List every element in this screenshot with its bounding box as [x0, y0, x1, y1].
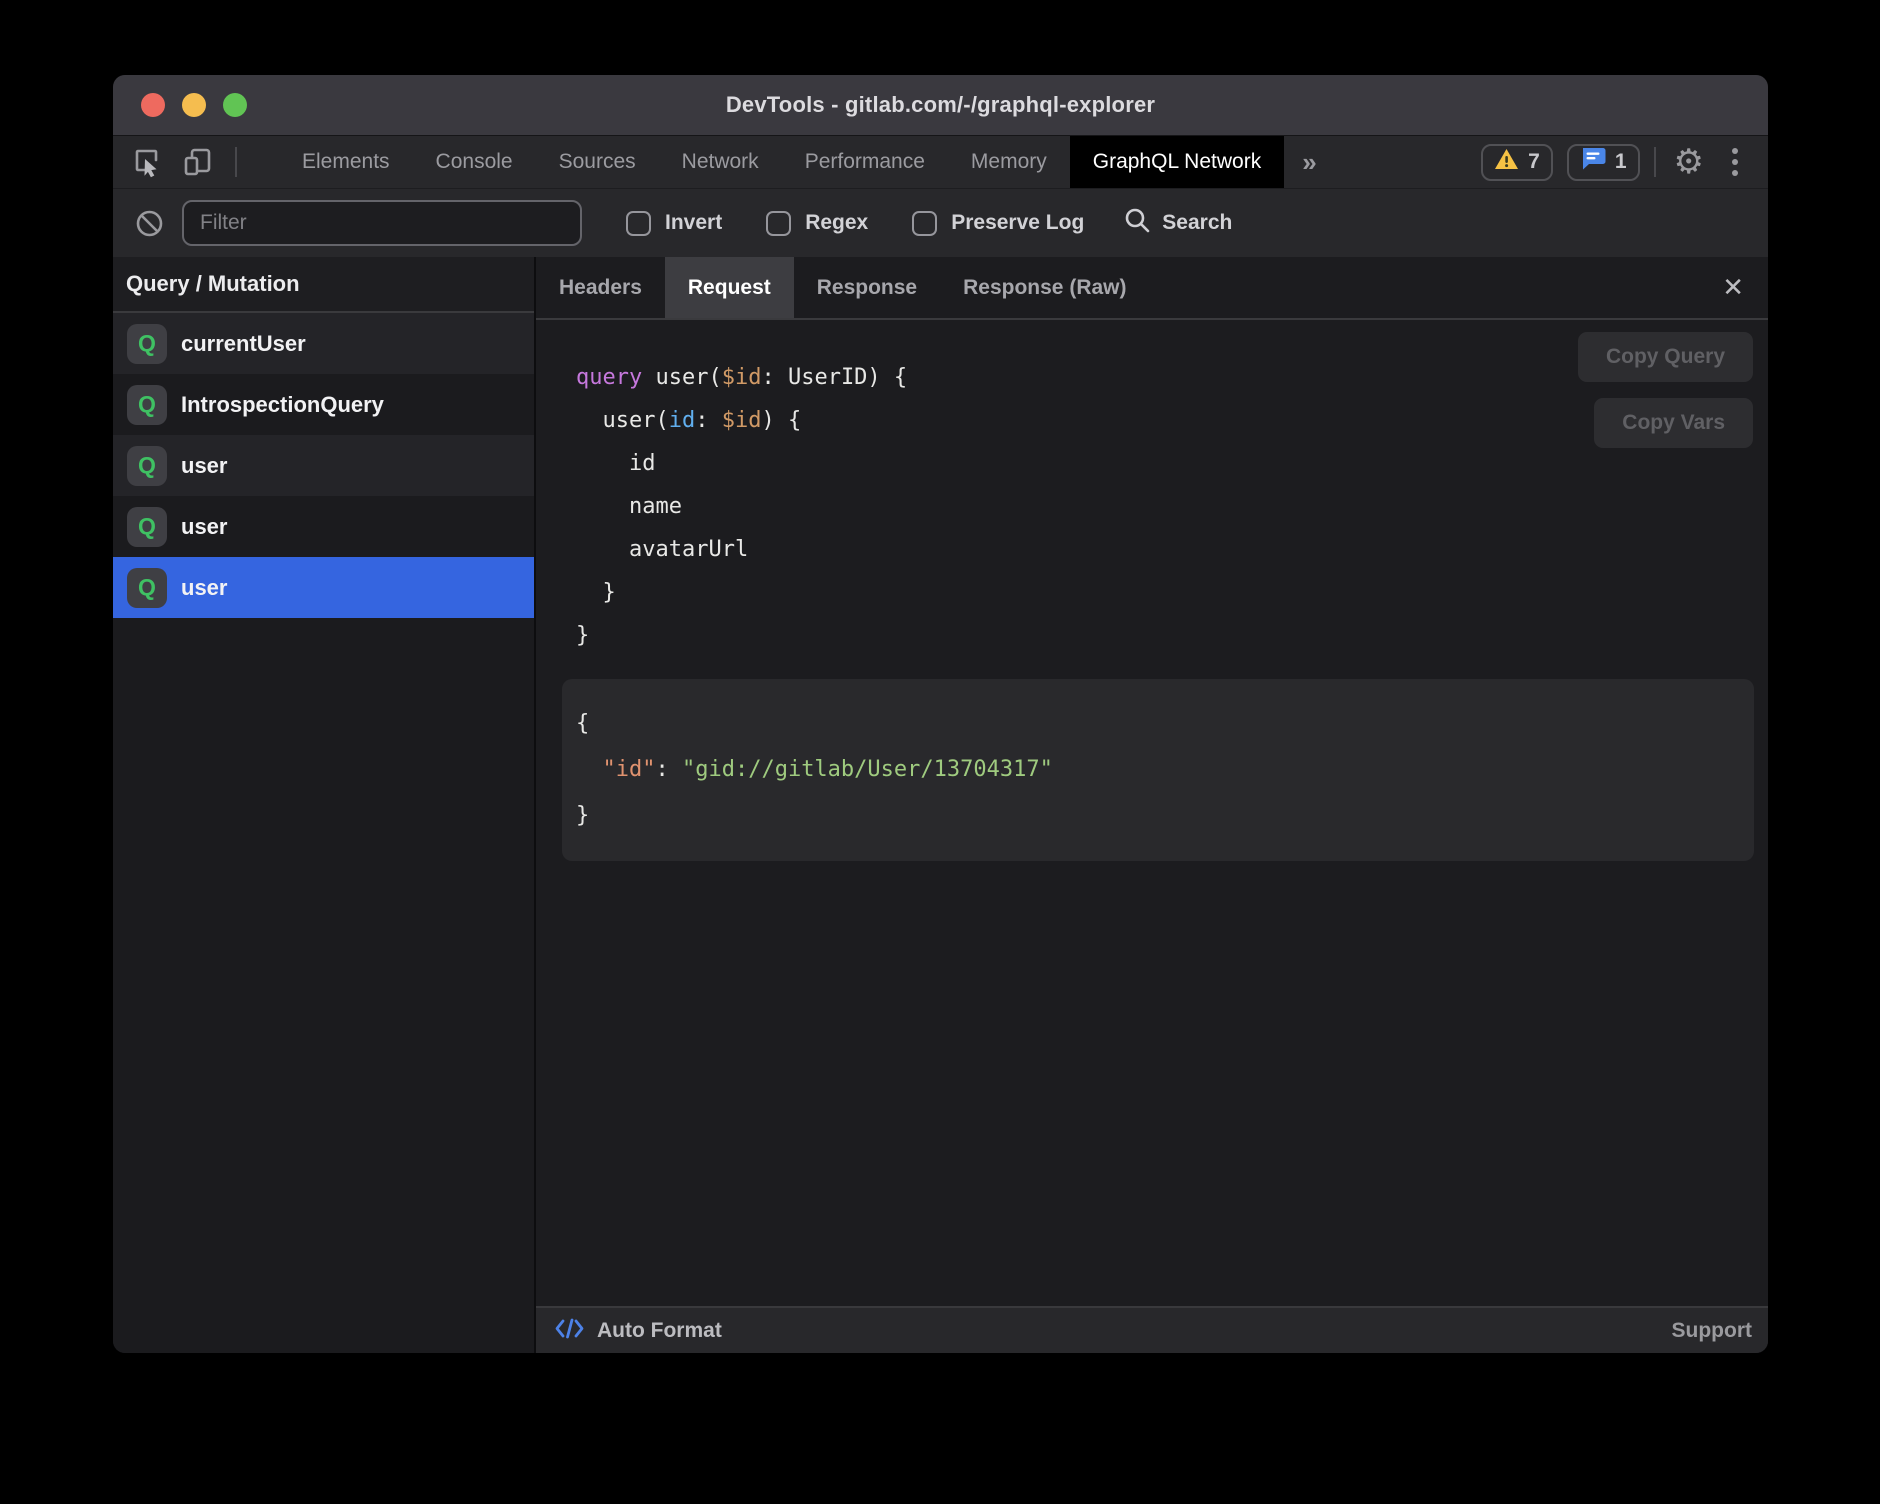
- issues-count: 1: [1615, 150, 1627, 174]
- request-content: query user($id: UserID) { user(id: $id) …: [536, 320, 1768, 1306]
- titlebar: DevTools - gitlab.com/-/graphql-explorer: [113, 75, 1768, 135]
- query-variables-box: { "id": "gid://gitlab/User/13704317"}: [562, 679, 1754, 861]
- devtools-tab-label: GraphQL Network: [1093, 150, 1261, 174]
- minimize-button[interactable]: [182, 93, 206, 117]
- devtools-tab[interactable]: GraphQL Network: [1070, 136, 1284, 188]
- filter-checkbox-row: Invert: [626, 211, 722, 236]
- block-requests-icon[interactable]: [135, 209, 164, 238]
- query-list-item[interactable]: Q IntrospectionQuery: [113, 374, 534, 435]
- chevron-double-right-icon: »: [1302, 147, 1316, 178]
- support-link[interactable]: Support: [1672, 1319, 1752, 1343]
- close-button[interactable]: [141, 93, 165, 117]
- devtools-tab-label: Network: [682, 150, 759, 174]
- devtools-tab[interactable]: Performance: [782, 136, 948, 188]
- devtools-tab[interactable]: Network: [659, 136, 782, 188]
- detail-tab[interactable]: Response: [794, 257, 940, 318]
- query-list-item-label: user: [181, 575, 227, 601]
- zoom-button[interactable]: [223, 93, 247, 117]
- filter-bar: Invert Regex Preserve Log S: [113, 188, 1768, 257]
- query-type-badge: Q: [127, 446, 167, 486]
- detail-tab-label: Response: [817, 276, 917, 300]
- more-tabs-button[interactable]: »: [1284, 136, 1334, 188]
- checkbox[interactable]: [766, 211, 791, 236]
- detail-tabs: Headers Request Response Response (Raw) …: [536, 257, 1768, 320]
- warning-count: 7: [1528, 150, 1540, 174]
- filter-checkboxes: Invert Regex Preserve Log: [626, 211, 1084, 236]
- checkbox-label: Preserve Log: [951, 211, 1084, 235]
- inspect-element-icon[interactable]: [131, 146, 163, 178]
- warnings-badge[interactable]: 7: [1481, 144, 1553, 181]
- request-detail-panel: Headers Request Response Response (Raw) …: [536, 257, 1768, 1353]
- devtools-tab-label: Elements: [302, 150, 390, 174]
- query-list-item[interactable]: Q user: [113, 557, 534, 618]
- detail-tab-label: Headers: [559, 276, 642, 300]
- toolbar-divider: [235, 147, 237, 177]
- filter-checkbox-row: Preserve Log: [912, 211, 1084, 236]
- devtools-tab-label: Console: [436, 150, 513, 174]
- query-list-item[interactable]: Q user: [113, 435, 534, 496]
- devtools-tab-label: Performance: [805, 150, 925, 174]
- window-title: DevTools - gitlab.com/-/graphql-explorer: [726, 92, 1155, 118]
- window-controls: [141, 75, 247, 135]
- filter-input[interactable]: [182, 200, 582, 246]
- query-type-badge: Q: [127, 507, 167, 547]
- query-list-header: Query / Mutation: [113, 257, 534, 313]
- message-icon: [1580, 147, 1606, 177]
- checkbox[interactable]: [626, 211, 651, 236]
- devtools-window: DevTools - gitlab.com/-/graphql-explorer: [113, 75, 1768, 1353]
- query-list-item-label: user: [181, 514, 227, 540]
- copy-vars-button[interactable]: Copy Vars: [1594, 398, 1753, 448]
- query-list: Q currentUser Q IntrospectionQuery Q use…: [113, 313, 534, 1353]
- checkbox-label: Invert: [665, 211, 722, 235]
- devtools-tab[interactable]: Memory: [948, 136, 1070, 188]
- auto-format-button[interactable]: Auto Format: [597, 1319, 722, 1343]
- devtools-tab[interactable]: Elements: [279, 136, 413, 188]
- issues-badge[interactable]: 1: [1567, 144, 1640, 181]
- detail-tab[interactable]: Headers: [536, 257, 665, 318]
- devtools-toolbar: Elements Console Sources Network Perform…: [113, 135, 1768, 188]
- detail-tab[interactable]: Response (Raw): [940, 257, 1149, 318]
- devtools-tab-label: Sources: [559, 150, 636, 174]
- checkbox[interactable]: [912, 211, 937, 236]
- device-toolbar-icon[interactable]: [183, 146, 215, 178]
- devtools-tab-label: Memory: [971, 150, 1047, 174]
- query-list-item-label: user: [181, 453, 227, 479]
- toolbar-divider: [1654, 147, 1656, 177]
- devtools-tabs: Elements Console Sources Network Perform…: [279, 136, 1284, 188]
- detail-tab-label: Request: [688, 276, 771, 300]
- query-list-item[interactable]: Q currentUser: [113, 313, 534, 374]
- filter-checkbox-row: Regex: [766, 211, 868, 236]
- query-list-item-label: IntrospectionQuery: [181, 392, 384, 418]
- close-detail-icon[interactable]: ✕: [1722, 272, 1744, 303]
- code-format-icon: [554, 1316, 585, 1346]
- settings-icon[interactable]: ⚙: [1670, 145, 1708, 179]
- query-type-badge: Q: [127, 324, 167, 364]
- search-label: Search: [1162, 211, 1232, 235]
- query-list-item[interactable]: Q user: [113, 496, 534, 557]
- more-options-icon[interactable]: [1722, 148, 1748, 176]
- detail-tab-label: Response (Raw): [963, 276, 1126, 300]
- query-type-badge: Q: [127, 385, 167, 425]
- devtools-tab[interactable]: Sources: [536, 136, 659, 188]
- query-list-item-label: currentUser: [181, 331, 306, 357]
- search-toggle[interactable]: Search: [1124, 207, 1232, 240]
- copy-query-button[interactable]: Copy Query: [1578, 332, 1753, 382]
- warning-icon: [1494, 148, 1519, 176]
- query-list-panel: Query / Mutation Q currentUser Q Introsp…: [113, 257, 536, 1353]
- devtools-tab[interactable]: Console: [413, 136, 536, 188]
- query-type-badge: Q: [127, 568, 167, 608]
- detail-footer: Auto Format Support: [536, 1306, 1768, 1353]
- search-icon: [1124, 207, 1151, 240]
- checkbox-label: Regex: [805, 211, 868, 235]
- detail-tab[interactable]: Request: [665, 257, 794, 318]
